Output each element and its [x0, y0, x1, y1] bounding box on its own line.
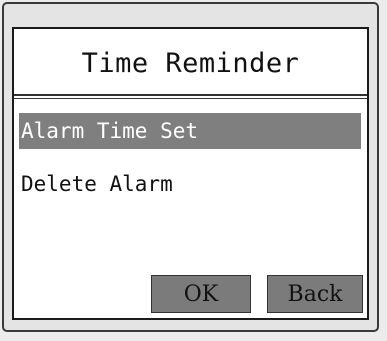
device: Time Reminder Alarm Time Set Delete Alar…: [0, 0, 387, 341]
menu-item-delete-alarm[interactable]: Delete Alarm: [19, 166, 361, 202]
menu-item-alarm-time-set[interactable]: Alarm Time Set: [19, 113, 361, 149]
back-button[interactable]: Back: [267, 275, 363, 313]
lcd-screen: Time Reminder Alarm Time Set Delete Alar…: [12, 27, 369, 320]
title-divider-secondary: [14, 98, 367, 99]
page-title: Time Reminder: [81, 47, 300, 79]
title-divider: [14, 94, 367, 96]
ok-button[interactable]: OK: [151, 275, 251, 313]
